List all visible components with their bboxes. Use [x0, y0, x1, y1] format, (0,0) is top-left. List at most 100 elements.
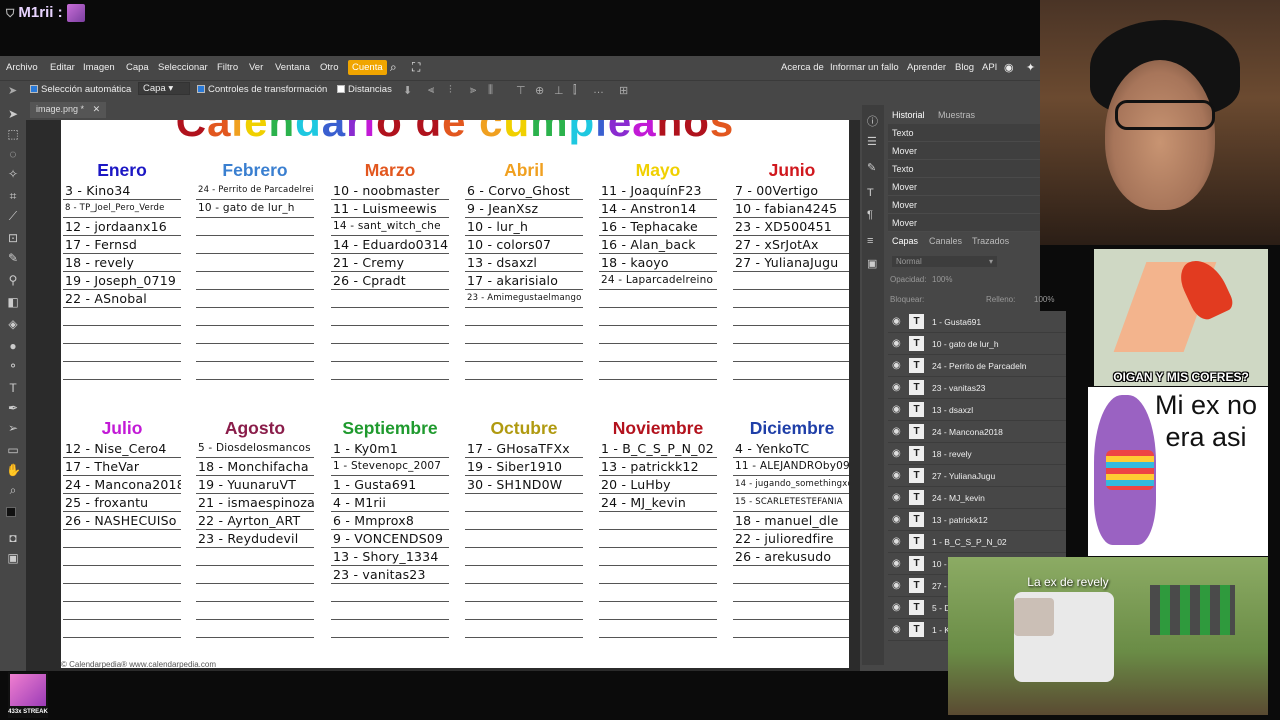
- eye-icon[interactable]: ◉: [892, 602, 901, 613]
- blend-mode-dropdown[interactable]: Normal ▾: [892, 256, 997, 267]
- layer-row[interactable]: ◉ T 13 - dsaxzl: [888, 399, 1066, 421]
- history-item[interactable]: Mover: [888, 214, 1040, 232]
- distribute-vertical-icon[interactable]: ⫿: [573, 84, 577, 97]
- menu-acerca-de[interactable]: Acerca de: [781, 62, 824, 73]
- menu-aprender[interactable]: Aprender: [907, 62, 946, 73]
- menu-ver[interactable]: Ver: [249, 62, 263, 73]
- layer-row[interactable]: ◉ T 13 - patrickk12: [888, 509, 1066, 531]
- paragraph-icon[interactable]: ¶: [867, 209, 879, 221]
- heal-icon[interactable]: ⊡: [6, 231, 20, 245]
- layer-row[interactable]: ◉ T 27 - YulianaJugu: [888, 465, 1066, 487]
- eye-icon[interactable]: ◉: [892, 514, 901, 525]
- search-icon[interactable]: ⌕: [390, 60, 397, 75]
- character-icon[interactable]: T: [867, 187, 879, 199]
- menu-imagen[interactable]: Imagen: [83, 62, 115, 73]
- brush-icon[interactable]: ✎: [6, 251, 20, 265]
- history-item[interactable]: Texto: [888, 124, 1040, 142]
- twitter-icon[interactable]: ✦: [1026, 61, 1035, 74]
- history-item[interactable]: Texto: [888, 160, 1040, 178]
- eye-icon[interactable]: ◉: [892, 580, 901, 591]
- align-top-icon[interactable]: ⊤: [516, 84, 526, 97]
- opacity-value[interactable]: 100%: [932, 275, 952, 284]
- transform-controls-checkbox[interactable]: Controles de transformación: [197, 84, 327, 95]
- lasso-icon[interactable]: ◌: [6, 147, 20, 161]
- align-center-icon[interactable]: ⫶: [449, 84, 452, 97]
- menu-editar[interactable]: Editar: [50, 62, 75, 73]
- foreground-color-swatch[interactable]: [6, 507, 16, 517]
- more-icon[interactable]: …: [593, 84, 604, 96]
- info-icon[interactable]: ⓘ: [867, 113, 879, 128]
- tab-capas[interactable]: Capas: [892, 236, 918, 246]
- eye-icon[interactable]: ◉: [892, 316, 901, 327]
- align-middle-icon[interactable]: ⊕: [535, 84, 544, 97]
- history-item[interactable]: Mover: [888, 196, 1040, 214]
- menu-api[interactable]: API: [982, 62, 997, 73]
- dodge-icon[interactable]: ⚬: [6, 359, 20, 373]
- layer-select-dropdown[interactable]: Capa ▾: [138, 82, 191, 95]
- hand-icon[interactable]: ✋: [6, 463, 21, 477]
- tab-historial[interactable]: Historial: [892, 110, 925, 120]
- menu-cuenta[interactable]: Cuenta: [348, 60, 387, 75]
- eye-icon[interactable]: ◉: [892, 338, 901, 349]
- layer-row[interactable]: ◉ T 24 - Mancona2018: [888, 421, 1066, 443]
- zoom-icon[interactable]: ⌕: [6, 483, 20, 497]
- quickmask-icon[interactable]: ◘: [6, 531, 20, 545]
- menu-seleccionar[interactable]: Seleccionar: [158, 62, 208, 73]
- calendar-canvas[interactable]: Calendario de cumpleaños Enero 3 - Kino34…: [61, 120, 849, 668]
- menu-otro[interactable]: Otro: [320, 62, 338, 73]
- blur-icon[interactable]: ●: [6, 339, 20, 353]
- menu-filtro[interactable]: Filtro: [217, 62, 238, 73]
- pen-icon[interactable]: ✒: [6, 401, 20, 415]
- stamp-icon[interactable]: ⚲: [6, 273, 20, 287]
- adjustments-icon[interactable]: ☰: [867, 135, 879, 148]
- menu-informar-fallo[interactable]: Informar un fallo: [830, 62, 899, 73]
- fullscreen-icon[interactable]: ⛶: [412, 60, 420, 75]
- eye-icon[interactable]: ◉: [892, 492, 901, 503]
- eye-icon[interactable]: ◉: [892, 404, 901, 415]
- eye-icon[interactable]: ◉: [892, 558, 901, 569]
- screen-mode-icon[interactable]: ▣: [6, 551, 20, 565]
- wand-icon[interactable]: ✧: [6, 167, 20, 181]
- eyedropper-icon[interactable]: ⟋: [6, 209, 20, 223]
- brush-panel-icon[interactable]: ✎: [867, 161, 879, 174]
- auto-select-checkbox[interactable]: Selección automática: [30, 84, 131, 95]
- fill-value[interactable]: 100%: [1034, 295, 1054, 304]
- menu-capa[interactable]: Capa: [126, 62, 149, 73]
- layer-row[interactable]: ◉ T 23 - vanitas23: [888, 377, 1066, 399]
- tab-canales[interactable]: Canales: [929, 236, 962, 246]
- grid-icon[interactable]: ⊞: [619, 84, 628, 97]
- distribute-icon[interactable]: ⫼: [488, 84, 493, 97]
- eye-icon[interactable]: ◉: [892, 360, 901, 371]
- eraser-icon[interactable]: ◧: [6, 295, 20, 309]
- tab-muestras[interactable]: Muestras: [938, 110, 975, 120]
- align-bottom-icon[interactable]: ⊥: [554, 84, 564, 97]
- tab-image-png[interactable]: image.png * ✕: [30, 102, 107, 118]
- bucket-icon[interactable]: ◈: [6, 317, 20, 331]
- align-right-icon[interactable]: ⫸: [470, 84, 476, 97]
- tab-trazados[interactable]: Trazados: [972, 236, 1009, 246]
- shape-icon[interactable]: ▭: [6, 443, 20, 457]
- history-item[interactable]: Mover: [888, 142, 1040, 160]
- layer-row[interactable]: ◉ T 1 - Gusta691: [888, 311, 1066, 333]
- close-icon[interactable]: ✕: [93, 104, 101, 114]
- eye-icon[interactable]: ◉: [892, 624, 901, 635]
- layer-row[interactable]: ◉ T 18 - revely: [888, 443, 1066, 465]
- distances-checkbox[interactable]: Distancias: [337, 84, 392, 95]
- menu-blog[interactable]: Blog: [955, 62, 974, 73]
- reddit-icon[interactable]: ◉: [1004, 61, 1014, 74]
- history-item[interactable]: Mover: [888, 178, 1040, 196]
- layer-row[interactable]: ◉ T 10 - gato de lur_h: [888, 333, 1066, 355]
- layer-row[interactable]: ◉ T 24 - MJ_kevin: [888, 487, 1066, 509]
- menu-archivo[interactable]: Archivo: [6, 62, 38, 73]
- crop-icon[interactable]: ⌗: [6, 189, 20, 203]
- marquee-icon[interactable]: ⬚: [6, 127, 20, 141]
- menu-ventana[interactable]: Ventana: [275, 62, 310, 73]
- eye-icon[interactable]: ◉: [892, 382, 901, 393]
- image-icon[interactable]: ▣: [867, 257, 879, 270]
- path-select-icon[interactable]: ➢: [6, 421, 20, 435]
- move-icon[interactable]: ➤: [6, 107, 20, 121]
- eye-icon[interactable]: ◉: [892, 536, 901, 547]
- eye-icon[interactable]: ◉: [892, 448, 901, 459]
- type-icon[interactable]: T: [6, 381, 20, 395]
- align-left-icon[interactable]: ⫷: [428, 84, 434, 97]
